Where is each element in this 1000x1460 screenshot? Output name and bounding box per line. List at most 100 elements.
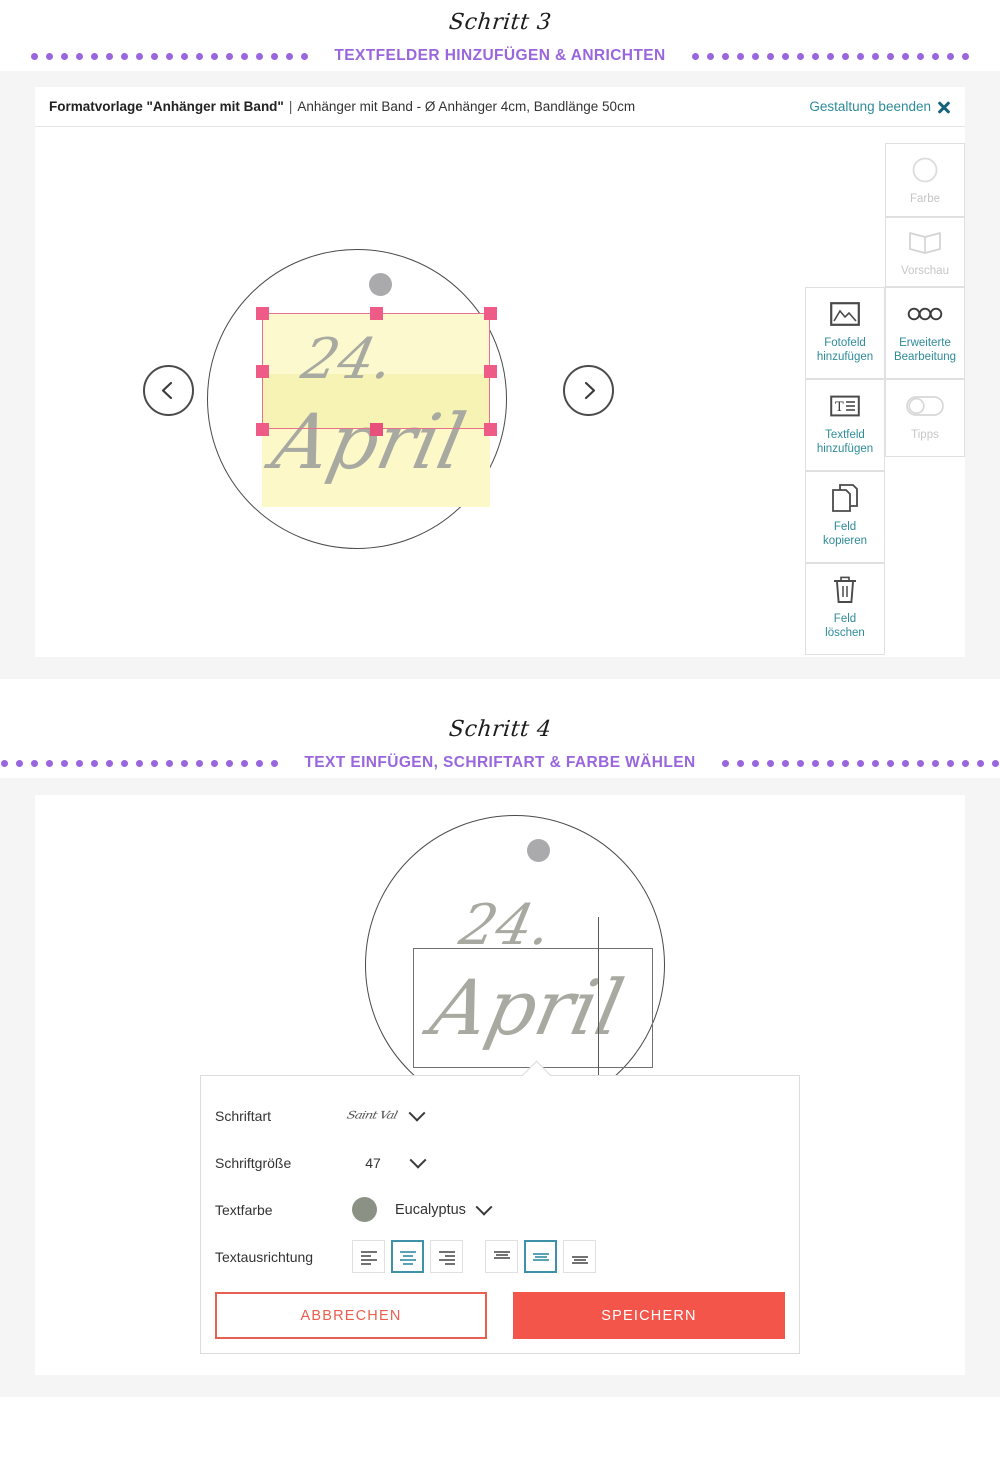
dot [931, 759, 939, 767]
resize-handle-br[interactable] [484, 423, 497, 436]
design-canvas-2[interactable]: 24. April Schriftart Saint Val Schriftgr… [35, 795, 965, 1375]
dot [886, 759, 894, 767]
font-label: Schriftart [215, 1107, 272, 1124]
step4-title-row: TEXT EINFÜGEN, SCHRIFTART & FARBE WÄHLEN [0, 748, 1000, 778]
resize-handle-bl[interactable] [256, 423, 269, 436]
editor-card: Formatvorlage "Anhänger mit Band" | Anhä… [35, 87, 965, 657]
dot [76, 52, 84, 60]
color-value: Eucalyptus [395, 1201, 466, 1218]
chevron-down-icon-font[interactable] [408, 1104, 426, 1122]
resize-handle-mr[interactable] [484, 365, 497, 378]
font-value: Saint Val [345, 1109, 399, 1122]
dot [271, 759, 279, 767]
dot [961, 759, 969, 767]
editor-card-2: 24. April Schriftart Saint Val Schriftgr… [35, 795, 965, 1375]
text-field-outline[interactable] [413, 948, 653, 1068]
dot [211, 52, 219, 60]
dot [256, 52, 264, 60]
image-icon [830, 299, 860, 329]
dot [136, 759, 144, 767]
cancel-button[interactable]: ABBRECHEN [215, 1292, 487, 1339]
resize-handle-tl[interactable] [256, 307, 269, 320]
dot [811, 52, 819, 60]
chevron-left-icon [161, 381, 173, 400]
step3-panel-background: Formatvorlage "Anhänger mit Band" | Anhä… [0, 71, 1000, 679]
dot [241, 52, 249, 60]
dot [781, 52, 789, 60]
dot [271, 52, 279, 60]
dots-decoration-left [31, 52, 309, 61]
next-page-button[interactable] [563, 365, 614, 416]
save-button[interactable]: SPEICHERN [513, 1292, 785, 1339]
pendant-hole-2 [527, 839, 550, 862]
dot [991, 759, 999, 767]
dot [796, 52, 804, 60]
copy-icon [831, 483, 859, 513]
dot [286, 52, 294, 60]
tool-preview: Vorschau [885, 217, 965, 287]
step4-header: Schritt 4 TEXT EINFÜGEN, SCHRIFTART & FA… [0, 717, 1000, 778]
dot [166, 52, 174, 60]
color-swatch[interactable] [352, 1197, 377, 1222]
tool-copy-field[interactable]: Feld kopieren [805, 471, 885, 563]
pendant-hole [369, 273, 392, 296]
align-right-button[interactable] [430, 1240, 463, 1273]
dot [751, 52, 759, 60]
toggle-off-icon [906, 391, 944, 421]
dot [841, 759, 849, 767]
tool-label-vorschau: Vorschau [901, 265, 949, 277]
align-bottom-button[interactable] [563, 1240, 596, 1273]
dot [901, 759, 909, 767]
setting-row-font: Schriftart Saint Val [215, 1092, 785, 1139]
dot [1, 759, 9, 767]
resize-handle-tr[interactable] [484, 307, 497, 320]
section-gap [0, 679, 1000, 717]
chevron-down-icon-size[interactable] [409, 1151, 427, 1169]
design-canvas[interactable]: 24. April Fotofeld hinzufügen T Textfeld… [35, 127, 965, 657]
tool-add-text-field[interactable]: T Textfeld hinzufügen [805, 379, 885, 471]
close-x-icon [937, 100, 951, 114]
dot [826, 759, 834, 767]
selection-border [262, 313, 490, 429]
format-description: Anhänger mit Band - Ø Anhänger 4cm, Band… [297, 99, 636, 114]
dot [931, 52, 939, 60]
tool-label-line1: Feld [833, 521, 857, 533]
resize-handle-ml[interactable] [256, 365, 269, 378]
align-top-button[interactable] [485, 1240, 518, 1273]
tool-advanced-editing[interactable]: Erweiterte Bearbeitung [885, 287, 965, 379]
dot [61, 52, 69, 60]
chevron-down-icon-color[interactable] [475, 1198, 493, 1216]
resize-handle-tc[interactable] [370, 307, 383, 320]
dot [826, 52, 834, 60]
prev-page-button[interactable] [143, 365, 194, 416]
dot [721, 759, 729, 767]
dots-decoration-right-2 [721, 759, 999, 768]
tool-label-tipps: Tipps [911, 429, 939, 441]
dot [976, 759, 984, 767]
dot [181, 759, 189, 767]
tool-label-line2: löschen [825, 627, 865, 639]
size-label: Schriftgröße [215, 1154, 292, 1171]
pendant-preview: 24. April [207, 249, 547, 549]
dot [946, 52, 954, 60]
end-design-button[interactable]: Gestaltung beenden [809, 99, 951, 114]
align-left-button[interactable] [352, 1240, 385, 1273]
dot [721, 52, 729, 60]
step4-title: TEXT EINFÜGEN, SCHRIFTART & FARBE WÄHLEN [304, 754, 696, 771]
chevron-right-icon [584, 381, 596, 400]
align-center-button[interactable] [391, 1240, 424, 1273]
setting-row-size: Schriftgröße 47 [215, 1139, 785, 1186]
size-value: 47 [365, 1154, 381, 1171]
tool-add-photo-field[interactable]: Fotofeld hinzufügen [805, 287, 885, 379]
align-middle-button[interactable] [524, 1240, 557, 1273]
tool-delete-field[interactable]: Feld löschen [805, 563, 885, 655]
color-circle-icon [912, 155, 938, 185]
tool-column-right: Farbe Vorschau Erweiterte Bearbeitung Ti… [885, 143, 965, 655]
dot [91, 52, 99, 60]
tool-label-line2: hinzufügen [816, 351, 874, 363]
tool-label-line2: kopieren [822, 535, 868, 547]
end-design-label: Gestaltung beenden [809, 99, 931, 114]
resize-handle-bc[interactable] [370, 423, 383, 436]
setting-row-alignment: Textausrichtung [215, 1233, 785, 1280]
step4-panel-background: 24. April Schriftart Saint Val Schriftgr… [0, 778, 1000, 1397]
